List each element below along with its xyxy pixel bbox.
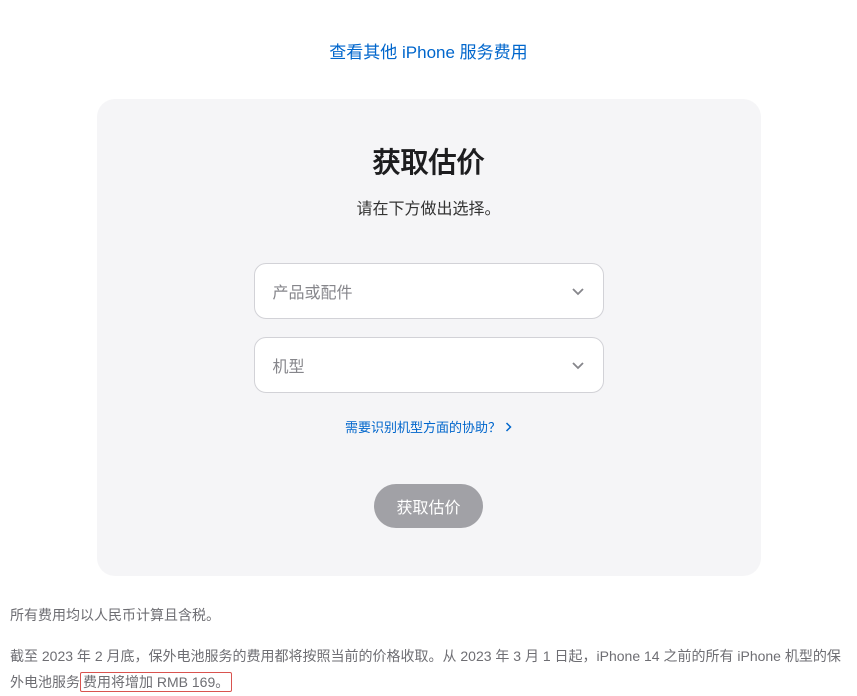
model-dropdown[interactable]: 机型 [254,337,604,393]
get-estimate-button[interactable]: 获取估价 [374,484,482,528]
footer-text: 所有费用均以人民币计算且含税。 截至 2023 年 2 月底，保外电池服务的费用… [0,576,857,696]
chevron-down-icon [571,358,585,372]
product-dropdown[interactable]: 产品或配件 [254,263,604,319]
card-subtitle: 请在下方做出选择。 [137,195,721,219]
other-services-link[interactable]: 查看其他 iPhone 服务费用 [329,43,527,62]
card-title: 获取估价 [137,141,721,181]
help-link-label: 需要识别机型方面的协助？ [345,417,501,436]
product-dropdown-label: 产品或配件 [273,279,353,303]
chevron-down-icon [571,284,585,298]
submit-wrapper: 获取估价 [137,484,721,528]
footer-para-2: 截至 2023 年 2 月底，保外电池服务的费用都将按照当前的价格收取。从 20… [10,643,847,696]
estimate-card: 获取估价 请在下方做出选择。 产品或配件 机型 需要识别机型方面的协助？ 获取估… [97,99,761,576]
chevron-right-icon [505,422,512,432]
model-dropdown-label: 机型 [273,353,305,377]
footer-para-1: 所有费用均以人民币计算且含税。 [10,602,847,629]
price-increase-highlight: 费用将增加 RMB 169。 [80,672,232,692]
top-link-wrapper: 查看其他 iPhone 服务费用 [0,0,857,99]
identify-model-help-link[interactable]: 需要识别机型方面的协助？ [345,417,512,436]
